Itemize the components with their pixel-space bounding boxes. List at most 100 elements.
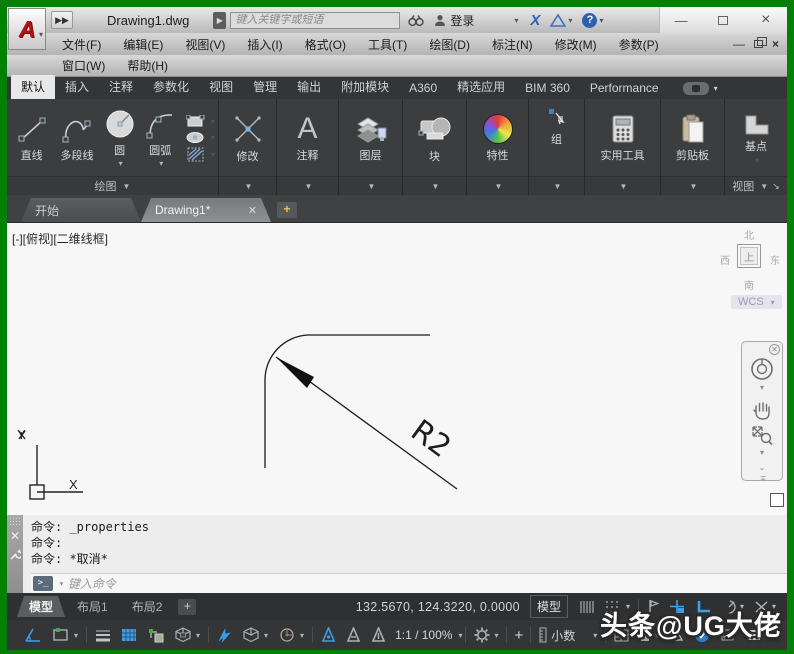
menu-file[interactable]: 文件(F) bbox=[51, 36, 112, 53]
command-dock-strip[interactable]: ✕ bbox=[7, 515, 23, 593]
units-button[interactable]: 小数 ▾ bbox=[534, 620, 602, 650]
navbar-close-icon[interactable]: ✕ bbox=[769, 344, 780, 355]
exchange-apps-icon[interactable]: X bbox=[530, 12, 540, 29]
line-tool-button[interactable]: 直线 bbox=[10, 114, 53, 163]
gizmo-button[interactable]: ▾ bbox=[273, 620, 309, 650]
signin-button[interactable]: 登录 bbox=[434, 12, 474, 29]
signin-caret-icon[interactable]: ▾ bbox=[514, 16, 518, 25]
panel-annotate-footer[interactable]: ▼ bbox=[277, 176, 338, 195]
a360-icon[interactable]: ▾ bbox=[550, 14, 572, 27]
navbar-bottom-icon[interactable]: ∓ bbox=[760, 474, 765, 483]
menu-view[interactable]: 视图(V) bbox=[174, 36, 236, 53]
menu-help[interactable]: 帮助(H) bbox=[116, 57, 179, 74]
clipboard-button[interactable]: 剪贴板 bbox=[664, 114, 721, 163]
basepoint-label[interactable]: 基点 bbox=[745, 138, 767, 154]
drawing-canvas[interactable]: [-][俯视][二维线框] R2 Y X 北 西 上 东 南 W bbox=[7, 222, 787, 515]
zoom-extents-button[interactable] bbox=[750, 424, 774, 446]
osnap-3d-caret-icon[interactable]: ▾ bbox=[196, 631, 200, 640]
new-layout-button[interactable]: + bbox=[178, 599, 196, 615]
autoscale-button[interactable] bbox=[341, 620, 366, 650]
menu-edit[interactable]: 编辑(E) bbox=[112, 36, 174, 53]
drag-grip-icon[interactable] bbox=[9, 517, 21, 525]
menu-format[interactable]: 格式(O) bbox=[294, 36, 357, 53]
command-prompt-icon[interactable]: >_ bbox=[33, 576, 53, 591]
menu-dimension[interactable]: 标注(N) bbox=[481, 36, 544, 53]
wrench-icon[interactable] bbox=[10, 549, 21, 560]
annotate-button[interactable]: A 注释 bbox=[280, 114, 335, 163]
pan-button[interactable] bbox=[751, 400, 773, 420]
hatch-tool-button[interactable]: ▾ bbox=[186, 147, 215, 162]
command-close-icon[interactable]: ✕ bbox=[10, 529, 20, 543]
ribbon-tab-manage[interactable]: 管理 bbox=[243, 75, 287, 99]
viewport-corner-grip[interactable] bbox=[770, 493, 784, 507]
ribbon-tab-annotate[interactable]: 注释 bbox=[99, 75, 143, 99]
ribbon-tab-addins[interactable]: 附加模块 bbox=[331, 75, 399, 99]
viewcube-north[interactable]: 北 bbox=[744, 227, 754, 242]
minimize-button[interactable]: — bbox=[666, 13, 696, 28]
radius-dimension-text[interactable]: R2 bbox=[404, 413, 457, 465]
annotation-scale-button[interactable] bbox=[366, 620, 391, 650]
app-menu-button[interactable]: A ▾ bbox=[8, 8, 46, 50]
viewcube[interactable]: 北 西 上 东 南 WCS ▾ bbox=[713, 225, 785, 321]
selection-cycling-button[interactable]: ▾ bbox=[47, 620, 83, 650]
menu-insert[interactable]: 插入(I) bbox=[236, 36, 293, 53]
block-button[interactable]: 块 bbox=[406, 113, 463, 164]
layout-tab-layout2[interactable]: 布局2 bbox=[120, 596, 175, 617]
ribbon-tab-output[interactable]: 输出 bbox=[287, 75, 331, 99]
layers-button[interactable]: 图层 bbox=[342, 114, 399, 163]
annotation-visibility-button[interactable] bbox=[316, 620, 341, 650]
panel-layers-footer[interactable]: ▼ bbox=[339, 176, 402, 195]
viewcube-east[interactable]: 东 bbox=[770, 252, 780, 267]
dialog-launcher-icon[interactable]: ↘ bbox=[772, 181, 780, 192]
workspace-switching-button[interactable]: ▾ bbox=[469, 620, 503, 650]
steering-wheel-button[interactable] bbox=[750, 357, 774, 381]
panel-modify-footer[interactable]: ▼ bbox=[219, 176, 276, 195]
search-input[interactable] bbox=[235, 14, 395, 26]
tab-close-icon[interactable]: ✕ bbox=[248, 204, 257, 217]
model-space-button[interactable]: 模型 bbox=[530, 595, 568, 618]
cube-caret-icon[interactable]: ▾ bbox=[264, 631, 268, 640]
menu-draw[interactable]: 绘图(D) bbox=[418, 36, 481, 53]
ribbon-tab-performance[interactable]: Performance bbox=[580, 78, 669, 99]
viewcube-west[interactable]: 西 bbox=[720, 252, 730, 267]
ellipse-tool-button[interactable]: ▾ bbox=[186, 131, 215, 144]
group-label[interactable]: 组 bbox=[551, 131, 562, 147]
close-button[interactable]: × bbox=[751, 11, 781, 29]
new-drawing-button[interactable]: + bbox=[277, 202, 297, 218]
snap-to-object-button[interactable] bbox=[142, 620, 169, 650]
modify-button[interactable]: 修改 bbox=[222, 113, 273, 164]
quick-access-expand-button[interactable]: ▶▶ bbox=[51, 11, 73, 29]
navbar-more-icon[interactable]: ⌄ bbox=[759, 463, 766, 472]
doc-restore-button[interactable] bbox=[754, 40, 763, 48]
menu-modify[interactable]: 修改(M) bbox=[544, 36, 608, 53]
viewcube-top-face[interactable]: 上 bbox=[737, 244, 761, 268]
lineweight-button[interactable] bbox=[90, 620, 116, 650]
ribbon-tab-home[interactable]: 默认 bbox=[11, 75, 55, 99]
panel-clipboard-footer[interactable]: ▼ bbox=[661, 176, 724, 195]
workspace-caret-icon[interactable]: ▾ bbox=[494, 631, 498, 640]
polyline-tool-button[interactable]: 多段线 bbox=[55, 114, 98, 163]
properties-button[interactable]: 特性 bbox=[470, 114, 525, 163]
isodraft-button[interactable] bbox=[212, 620, 237, 650]
ribbon-tab-view[interactable]: 视图 bbox=[199, 75, 243, 99]
panel-utilities-footer[interactable]: ▼ bbox=[585, 176, 660, 195]
layout-tab-model[interactable]: 模型 bbox=[17, 596, 65, 617]
command-input[interactable] bbox=[68, 577, 787, 591]
doc-close-button[interactable]: × bbox=[772, 37, 779, 51]
ribbon-tab-featured-apps[interactable]: 精选应用 bbox=[447, 75, 515, 99]
file-tab-start[interactable]: 开始 bbox=[21, 198, 141, 222]
zoom-caret-icon[interactable]: ▾ bbox=[760, 448, 764, 457]
ribbon-tab-insert[interactable]: 插入 bbox=[55, 75, 99, 99]
ribbon-tab-bim360[interactable]: BIM 360 bbox=[515, 78, 580, 99]
viewcube-south[interactable]: 南 bbox=[744, 277, 754, 292]
panel-view-footer[interactable]: 视图 ▼ ↘ bbox=[725, 176, 787, 195]
units-caret-icon[interactable]: ▾ bbox=[593, 631, 597, 640]
doc-minimize-button[interactable]: — bbox=[733, 37, 745, 51]
utilities-button[interactable]: 实用工具 bbox=[588, 114, 657, 163]
search-expand-button[interactable]: ▶ bbox=[213, 12, 226, 29]
command-history[interactable]: 命令: _properties 命令: 命令: *取消* >_ ▾ bbox=[23, 515, 787, 593]
maximize-button[interactable] bbox=[708, 13, 738, 28]
search-binoculars-icon[interactable] bbox=[408, 14, 424, 27]
command-options-caret-icon[interactable]: ▾ bbox=[59, 579, 64, 588]
infer-constraints-button[interactable] bbox=[19, 620, 47, 650]
